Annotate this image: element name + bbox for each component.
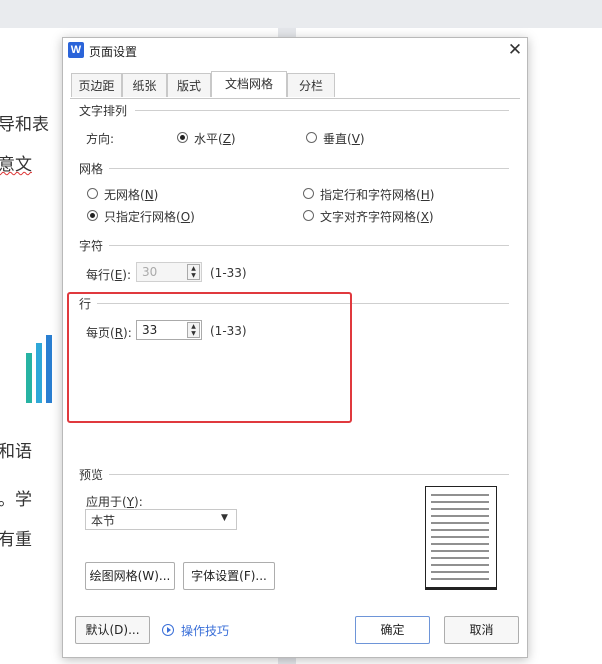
highlight-box: [67, 292, 352, 423]
section-rule: [109, 245, 509, 246]
radio-vertical[interactable]: [306, 132, 317, 143]
wps-writer-icon: W: [68, 42, 84, 58]
doc-line-5: 有重: [0, 530, 32, 550]
close-icon[interactable]: ✕: [505, 39, 525, 61]
radio-line-grid-only-label[interactable]: 只指定行网格(O): [104, 208, 195, 225]
section-rule: [135, 110, 509, 111]
tab-content-border: [70, 98, 520, 99]
section-grid: 网格: [79, 162, 104, 176]
doc-line-4: 。学: [0, 490, 32, 510]
font-settings-button[interactable]: 字体设置(F)...: [183, 562, 275, 590]
cancel-button[interactable]: 取消: [444, 616, 519, 644]
page-preview: [425, 486, 497, 588]
radio-horizontal-label[interactable]: 水平(Z): [194, 130, 236, 147]
section-rule: [109, 168, 509, 169]
apply-to-value: 本节: [91, 514, 116, 528]
tips-link[interactable]: 操作技巧: [181, 622, 229, 639]
tab-document-grid[interactable]: 文档网格: [211, 71, 287, 97]
radio-vertical-label[interactable]: 垂直(V): [323, 130, 365, 147]
radio-line-and-char-grid[interactable]: [303, 188, 314, 199]
chevron-down-icon[interactable]: ▼: [221, 513, 228, 523]
spinner-arrows[interactable]: ▲ ▼: [187, 264, 200, 280]
dialog-title: 页面设置: [89, 45, 138, 59]
play-circle-icon[interactable]: [162, 624, 174, 636]
default-button[interactable]: 默认(D)...: [75, 616, 150, 644]
direction-label: 方向:: [86, 132, 115, 146]
section-rule: [109, 474, 509, 475]
chars-per-line-value: 30: [142, 265, 158, 279]
doc-chart-bar: [26, 353, 32, 403]
radio-line-and-char-grid-label[interactable]: 指定行和字符网格(H): [320, 186, 434, 203]
doc-chart-bar: [36, 343, 42, 403]
preview-shadow: [425, 587, 497, 590]
radio-align-char-grid-label[interactable]: 文字对齐字符网格(X): [320, 208, 434, 225]
tab-layout[interactable]: 版式: [167, 73, 211, 97]
doc-line-1: 导和表: [0, 115, 49, 135]
doc-line-2: 意文: [0, 155, 32, 175]
spinner-down-icon[interactable]: ▼: [188, 272, 199, 279]
document-top-bar: [0, 0, 602, 22]
section-preview: 预览: [79, 468, 104, 482]
tab-columns[interactable]: 分栏: [287, 73, 335, 97]
apply-to-select[interactable]: 本节 ▼: [85, 509, 237, 530]
section-text-direction: 文字排列: [79, 104, 128, 118]
page-preview-lines: [431, 494, 489, 580]
doc-line-3: 和语: [0, 442, 32, 462]
doc-chart-fragment: [20, 333, 60, 405]
radio-no-grid-label[interactable]: 无网格(N): [104, 186, 158, 203]
tab-margins[interactable]: 页边距: [71, 73, 122, 97]
section-characters: 字符: [79, 239, 104, 253]
radio-horizontal[interactable]: [177, 132, 188, 143]
chars-per-line-spinner[interactable]: 30 ▲ ▼: [136, 262, 202, 282]
chars-range: (1-33): [210, 266, 247, 280]
apply-to-label: 应用于(Y):: [86, 495, 143, 509]
doc-chart-bar: [46, 335, 52, 403]
radio-no-grid[interactable]: [87, 188, 98, 199]
draw-grid-button[interactable]: 绘图网格(W)...: [85, 562, 175, 590]
radio-line-grid-only[interactable]: [87, 210, 98, 221]
chars-per-line-label: 每行(E):: [86, 268, 132, 282]
tab-paper[interactable]: 纸张: [122, 73, 167, 97]
ok-button[interactable]: 确定: [355, 616, 430, 644]
radio-align-char-grid[interactable]: [303, 210, 314, 221]
spinner-up-icon[interactable]: ▲: [188, 265, 199, 272]
dialog-titlebar[interactable]: W 页面设置 ✕: [63, 38, 527, 64]
